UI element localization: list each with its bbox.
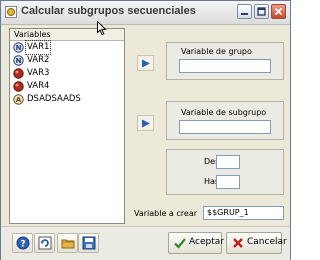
close-icon xyxy=(274,7,283,16)
open-folder-button[interactable] xyxy=(57,233,78,253)
svg-text:N: N xyxy=(16,44,22,52)
subgroup-variable-box: Variable de subgrupo xyxy=(166,101,284,140)
accept-button[interactable]: Aceptar xyxy=(168,232,224,254)
window-title: Calcular subgrupos secuenciales xyxy=(21,5,196,17)
button-bar: ? Aceptar Cancelar xyxy=(1,226,290,260)
list-item-label: VAR3 xyxy=(27,68,50,78)
checkmark-icon xyxy=(174,238,186,249)
numeric-var-icon: N xyxy=(13,55,24,66)
mouse-cursor-icon xyxy=(97,21,107,36)
list-item[interactable]: A DSADSAADS xyxy=(10,93,124,106)
folder-icon xyxy=(61,239,75,249)
to-field[interactable] xyxy=(216,175,240,189)
numeric-var-icon: N xyxy=(13,42,24,53)
right-arrow-icon xyxy=(142,119,150,128)
help-icon: ? xyxy=(16,236,30,250)
create-variable-field[interactable]: $$GRUP_1 xyxy=(203,206,284,220)
svg-text:?: ? xyxy=(20,240,25,250)
save-button[interactable] xyxy=(78,233,99,253)
add-subgroup-variable-button[interactable] xyxy=(137,115,154,131)
help-button[interactable]: ? xyxy=(12,233,33,253)
refresh-button[interactable] xyxy=(34,233,55,253)
minimize-icon xyxy=(241,13,248,15)
group-variable-label: Variable de grupo xyxy=(181,47,252,56)
minimize-button[interactable] xyxy=(237,4,252,19)
list-item[interactable]: N VAR2 xyxy=(10,54,124,67)
list-item[interactable]: N VAR1 xyxy=(10,40,124,55)
red-var-icon xyxy=(13,68,24,79)
accept-label: Aceptar xyxy=(189,237,224,247)
refresh-icon xyxy=(38,236,52,250)
title-bar[interactable]: Calcular subgrupos secuenciales xyxy=(1,1,290,25)
list-item-label: VAR4 xyxy=(27,81,50,91)
list-item[interactable]: VAR4 xyxy=(10,80,124,93)
app-icon xyxy=(5,6,17,18)
maximize-icon xyxy=(257,7,266,16)
save-icon xyxy=(82,236,96,250)
close-window-button[interactable] xyxy=(271,4,286,19)
add-group-variable-button[interactable] xyxy=(137,55,154,71)
svg-text:N: N xyxy=(16,57,22,65)
svg-text:A: A xyxy=(16,96,22,104)
cancel-x-icon xyxy=(233,238,243,248)
group-variable-field[interactable] xyxy=(179,59,271,73)
create-variable-label: Variable a crear xyxy=(134,209,198,218)
right-arrow-icon xyxy=(142,59,150,68)
list-item-label: VAR1 xyxy=(24,40,52,55)
subgroup-variable-label: Variable de subgrupo xyxy=(181,108,267,117)
range-box: Desde : Hasta : xyxy=(166,149,284,195)
list-item-label: VAR2 xyxy=(27,55,50,65)
cancel-button[interactable]: Cancelar xyxy=(226,232,287,254)
maximize-button[interactable] xyxy=(254,4,269,19)
red-var-icon xyxy=(13,81,24,92)
list-item-label: DSADSAADS xyxy=(27,94,81,104)
dialog-window: Calcular subgrupos secuenciales Variable… xyxy=(0,0,291,260)
cancel-label: Cancelar xyxy=(247,237,287,247)
alpha-var-icon: A xyxy=(13,94,24,105)
from-field[interactable] xyxy=(216,155,240,169)
subgroup-variable-field[interactable] xyxy=(179,120,271,134)
list-item[interactable]: VAR3 xyxy=(10,67,124,80)
group-variable-box: Variable de grupo xyxy=(166,42,284,80)
variables-list[interactable]: Variables N VAR1 N VAR2 VAR3 VAR4 A DSAD… xyxy=(9,28,125,224)
